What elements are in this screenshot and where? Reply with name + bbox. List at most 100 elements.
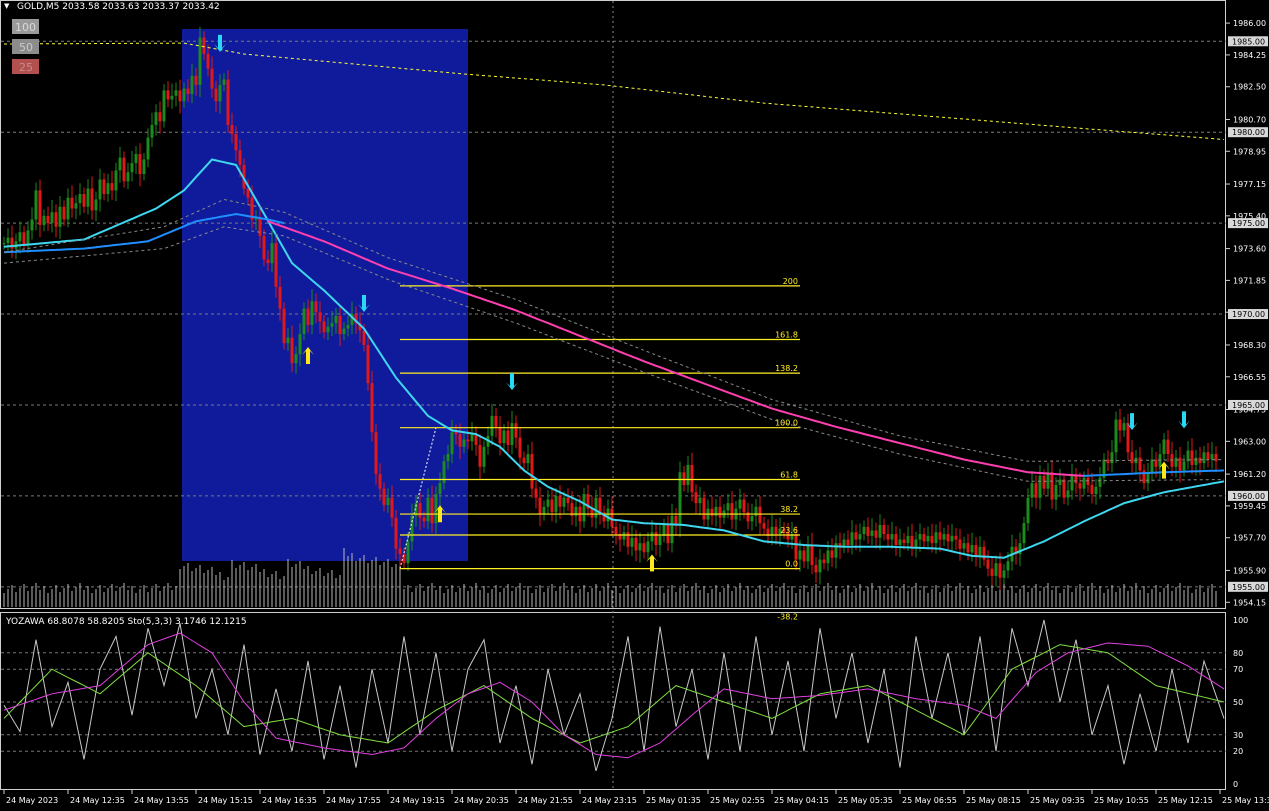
- candle-body: [158, 112, 162, 122]
- time-axis-label: 25 May 06:55: [902, 796, 957, 805]
- candle-body: [702, 497, 706, 520]
- candle-body: [886, 534, 890, 540]
- candle-body: [98, 179, 102, 200]
- candle-body: [750, 515, 754, 522]
- candle-body: [882, 524, 886, 535]
- candle-body: [818, 559, 822, 573]
- candle-body: [1118, 419, 1122, 431]
- candle-body: [538, 497, 542, 515]
- candle-body: [1066, 490, 1070, 498]
- candle-body: [410, 515, 414, 542]
- candle-body: [382, 488, 386, 505]
- candle-body: [458, 434, 462, 447]
- candle-body: [190, 75, 194, 95]
- candle-body: [738, 499, 742, 509]
- candle-body: [438, 483, 442, 495]
- candle-body: [810, 544, 814, 565]
- candle-body: [342, 328, 346, 335]
- price-axis-label: 1971.85: [1233, 276, 1266, 285]
- candle-body: [406, 541, 410, 564]
- trading-chart[interactable]: 200 161.8 138.2 100.0 61.8 38.2 23.6 0.0 -38.2 1…: [0, 0, 1269, 807]
- candle-body: [542, 506, 546, 515]
- price-axis-label: 1959.45: [1233, 502, 1266, 511]
- candle-body: [462, 439, 466, 447]
- candle-body: [726, 503, 730, 511]
- candle-body: [646, 541, 650, 553]
- candle-body: [854, 532, 858, 540]
- level-toolbar[interactable]: 100 50 25: [12, 19, 39, 74]
- candle-body: [238, 150, 242, 165]
- candle-body: [566, 497, 570, 504]
- candle-body: [1162, 439, 1166, 455]
- candle-body: [822, 559, 826, 564]
- candle-body: [258, 217, 262, 236]
- candle-body: [730, 503, 734, 520]
- candle-body: [1050, 472, 1054, 500]
- candle-body: [1110, 452, 1114, 464]
- menu-arrow-icon[interactable]: ▼: [4, 2, 10, 10]
- candle-body: [938, 532, 942, 540]
- candle-body: [762, 523, 766, 529]
- candle-body: [66, 197, 70, 220]
- candle-body: [522, 457, 526, 464]
- candle-body: [970, 544, 974, 553]
- candle-body: [562, 497, 566, 507]
- candle-body: [1026, 497, 1030, 524]
- candle-body: [18, 232, 22, 242]
- fibonacci-level-label: 161.8: [775, 331, 798, 340]
- candle-body: [906, 535, 910, 544]
- candle-body: [642, 543, 646, 553]
- candle-body: [866, 526, 870, 536]
- price-axis-label: 1954.15: [1233, 598, 1266, 607]
- candle-body: [894, 534, 898, 545]
- candle-body: [846, 539, 850, 545]
- candle-body: [758, 506, 762, 524]
- candle-body: [1106, 459, 1110, 464]
- candle-body: [598, 497, 602, 513]
- candle-body: [294, 354, 298, 364]
- price-axis-label: 1980.70: [1233, 115, 1266, 124]
- candle-body: [654, 532, 658, 545]
- candle-body: [622, 532, 626, 540]
- candle-body: [50, 212, 54, 224]
- candle-body: [526, 454, 530, 464]
- candle-body: [1138, 457, 1142, 471]
- candle-body: [1034, 483, 1038, 498]
- candle-body: [478, 444, 482, 467]
- candle-body: [174, 90, 178, 96]
- candle-body: [534, 488, 538, 498]
- candle-body: [1166, 439, 1170, 455]
- level-label-25: 25: [19, 61, 33, 74]
- candle-body: [954, 535, 958, 540]
- candle-body: [166, 90, 170, 100]
- highlight-zone: [182, 29, 468, 561]
- candle-body: [146, 137, 150, 160]
- candle-body: [918, 534, 922, 540]
- candle-body: [210, 68, 214, 89]
- candle-body: [1182, 461, 1186, 471]
- candle-body: [6, 237, 10, 244]
- candle-body: [914, 539, 918, 547]
- candle-body: [114, 170, 118, 191]
- candle-body: [218, 84, 222, 102]
- candle-body: [54, 212, 58, 227]
- candle-body: [1038, 475, 1042, 498]
- candle-body: [926, 535, 930, 542]
- oscillator-title: YOZAWA 68.8078 58.8205 Sto(5,3,3) 3.1746…: [5, 617, 247, 627]
- candle-body: [1114, 419, 1118, 453]
- candle-body: [994, 563, 998, 576]
- candle-body: [694, 492, 698, 504]
- candle-body: [366, 344, 370, 384]
- candle-body: [558, 495, 562, 507]
- candle-body: [326, 326, 330, 333]
- candle-body: [590, 508, 594, 518]
- candle-body: [666, 524, 670, 544]
- candle-body: [1002, 570, 1006, 578]
- candle-body: [842, 539, 846, 547]
- time-axis-label: 25 May 13:35: [1222, 796, 1269, 805]
- candle-body: [130, 163, 134, 173]
- candle-body: [986, 559, 990, 569]
- candle-body: [510, 423, 514, 445]
- time-axis-label: 24 May 12:35: [70, 796, 125, 805]
- candle-body: [826, 550, 830, 564]
